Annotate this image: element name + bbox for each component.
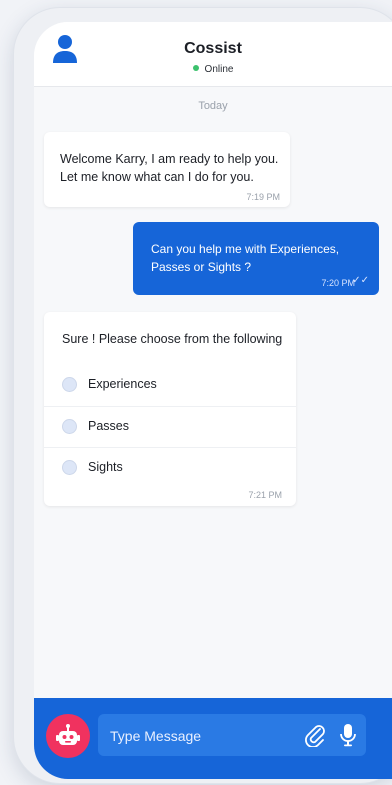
online-dot-icon <box>192 65 199 71</box>
message-text: Welcome Karry, I am ready to help you. L… <box>60 152 279 184</box>
message-composer <box>34 698 392 779</box>
bot-options-message: Sure ! Please choose from the following … <box>44 312 296 506</box>
chat-header: Cossist Online <box>34 22 392 87</box>
bot-message: Welcome Karry, I am ready to help you. L… <box>44 132 290 207</box>
radio-button[interactable] <box>62 419 77 434</box>
bot-icon <box>56 724 80 745</box>
microphone-icon[interactable] <box>338 723 358 747</box>
option-sights[interactable]: Sights <box>44 447 296 488</box>
day-separator: Today <box>198 100 228 112</box>
chat-screen: Cossist Online Today Welcome Karry, I am… <box>34 22 392 779</box>
option-label: Experiences <box>88 377 157 391</box>
option-label: Sights <box>88 460 123 474</box>
message-time: 7:20 PM <box>321 278 355 288</box>
double-check-icon: ✓✓ <box>352 275 369 286</box>
online-status: Online <box>34 64 392 75</box>
status-label: Online <box>204 64 234 75</box>
option-experiences[interactable]: Experiences <box>44 365 296 405</box>
option-label: Passes <box>88 419 129 433</box>
paperclip-icon[interactable] <box>304 723 326 747</box>
user-message: Can you help me with Experiences, Passes… <box>133 222 379 295</box>
radio-button[interactable] <box>62 377 77 392</box>
message-text: Sure ! Please choose from the following <box>62 332 283 346</box>
chat-title: Cossist <box>184 40 242 57</box>
message-input-box <box>98 714 366 758</box>
option-passes[interactable]: Passes <box>44 406 296 447</box>
message-time: 7:19 PM <box>246 192 280 202</box>
message-input[interactable] <box>108 714 292 758</box>
bot-avatar[interactable] <box>46 714 90 758</box>
message-time: 7:21 PM <box>248 490 282 500</box>
message-text: Can you help me with Experiences, Passes… <box>151 242 340 274</box>
radio-button[interactable] <box>62 460 77 475</box>
